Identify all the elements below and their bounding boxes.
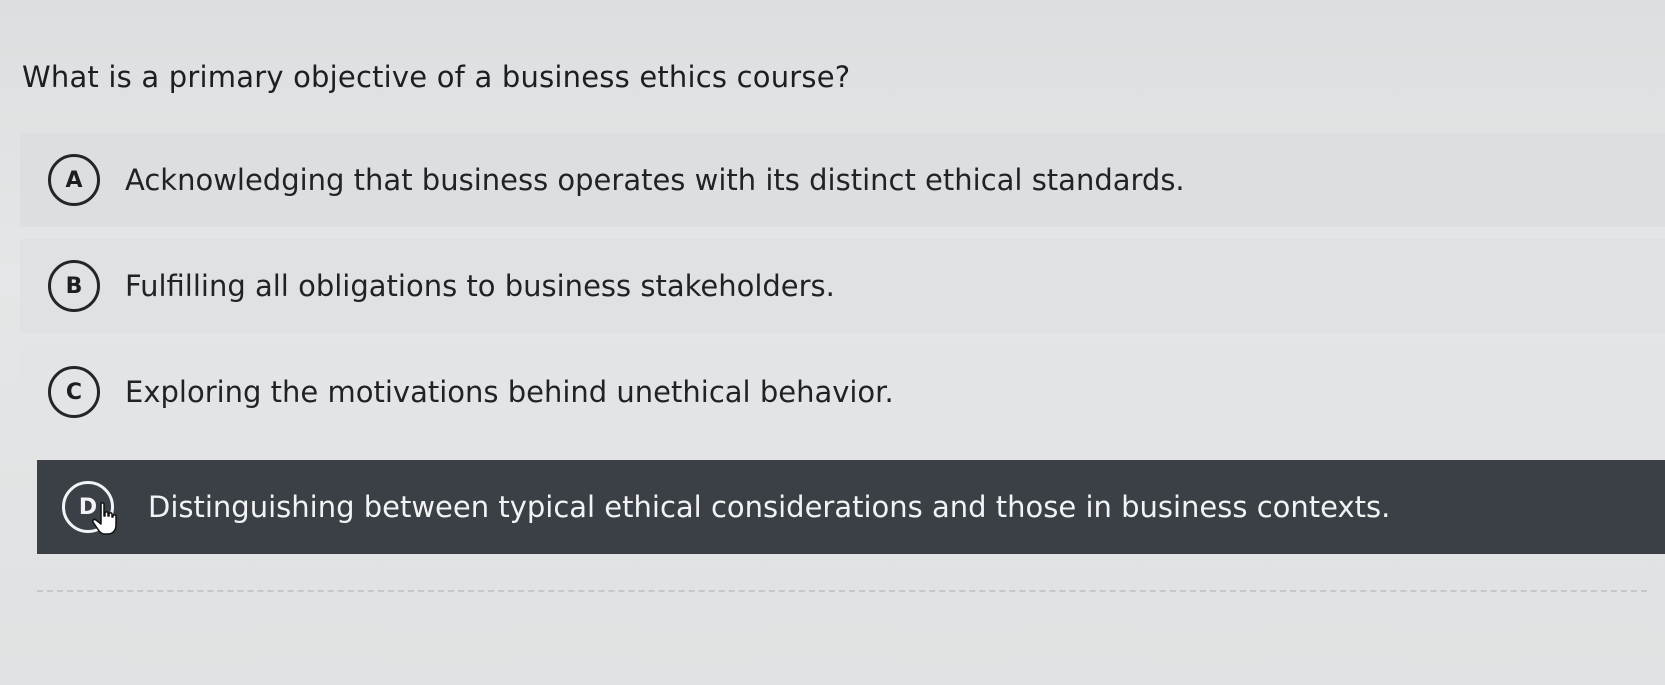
option-d-selected[interactable]: D Distinguishing between typical ethical… (37, 460, 1665, 554)
option-c[interactable]: C Exploring the motivations behind uneth… (20, 345, 1665, 439)
hand-pointer-icon (92, 502, 117, 535)
option-b-letter: B (48, 260, 100, 312)
option-c-text: Exploring the motivations behind unethic… (125, 375, 894, 409)
divider (37, 590, 1647, 592)
option-a-text: Acknowledging that business operates wit… (125, 163, 1185, 197)
question-text: What is a primary objective of a busines… (22, 60, 851, 94)
option-a[interactable]: A Acknowledging that business operates w… (20, 133, 1665, 227)
option-c-letter: C (48, 366, 100, 418)
option-b[interactable]: B Fulfilling all obligations to business… (20, 239, 1665, 333)
option-b-text: Fulfilling all obligations to business s… (125, 269, 835, 303)
option-d-text: Distinguishing between typical ethical c… (148, 490, 1391, 524)
option-a-letter: A (48, 154, 100, 206)
